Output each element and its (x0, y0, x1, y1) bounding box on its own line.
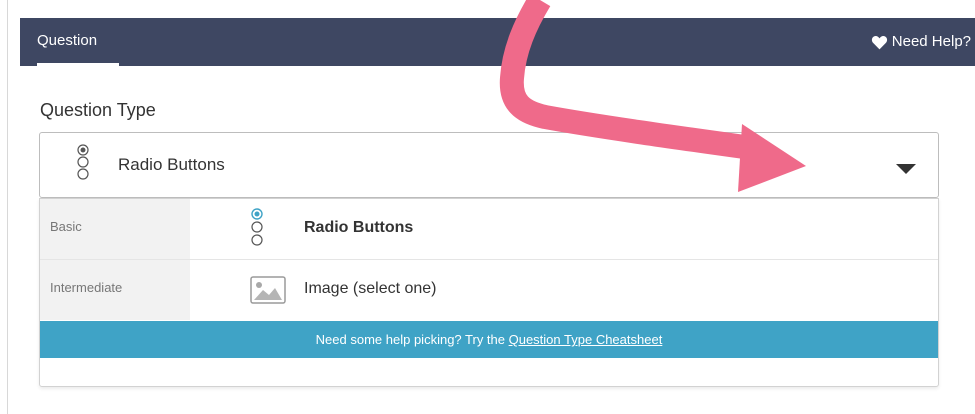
tab-question-label: Question (37, 32, 98, 49)
radio-buttons-icon (77, 144, 89, 180)
category-intermediate: Intermediate (40, 260, 190, 320)
chevron-down-icon[interactable] (896, 164, 916, 174)
need-help-label: Need Help? (891, 33, 971, 50)
question-type-label: Question Type (40, 100, 156, 120)
banner-text: Need some help picking? Try the (315, 332, 509, 347)
option-image-select-one[interactable]: Image (select one) (304, 280, 437, 298)
header-bar: Question Need Help? (20, 18, 975, 66)
cheatsheet-link[interactable]: Question Type Cheatsheet (509, 332, 663, 347)
dropdown-row-basic: Basic Radio Buttons (40, 199, 938, 260)
left-divider (7, 0, 8, 414)
question-type-select[interactable]: Radio Buttons (39, 132, 939, 198)
tab-question[interactable]: Question (37, 18, 119, 66)
tab-active-indicator (37, 63, 119, 66)
category-label: Intermediate (50, 280, 123, 295)
cheatsheet-banner: Need some help picking? Try the Question… (40, 321, 938, 358)
category-label: Basic (50, 219, 82, 234)
option-radio-buttons[interactable]: Radio Buttons (304, 219, 413, 237)
category-basic: Basic (40, 199, 190, 259)
page: Question Need Help? Question Type Radio … (0, 0, 975, 414)
radio-buttons-icon (251, 208, 263, 246)
need-help-link[interactable]: Need Help? (871, 18, 971, 66)
select-current-value: Radio Buttons (118, 155, 225, 174)
image-icon (250, 276, 286, 304)
dropdown-row-intermediate: Intermediate Image (select one) (40, 260, 938, 320)
heart-icon (871, 35, 887, 49)
question-type-dropdown: Basic Radio Buttons Intermediate Image (… (39, 198, 939, 387)
